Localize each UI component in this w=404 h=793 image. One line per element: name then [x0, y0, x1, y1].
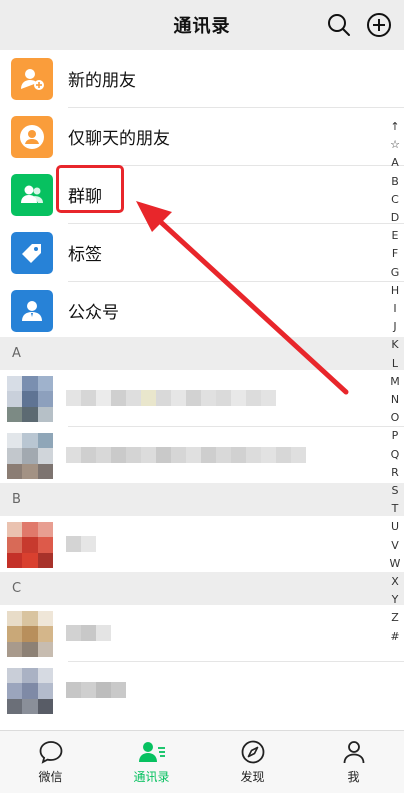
avatar [7, 376, 53, 422]
add-friend-icon [11, 57, 53, 100]
tab-chats[interactable]: 微信 [0, 731, 101, 793]
alphabet-index-letter[interactable]: Q [391, 446, 400, 464]
contact-name-blurred [66, 682, 126, 698]
alphabet-index-letter[interactable]: W [390, 555, 401, 573]
tag-icon [11, 231, 53, 274]
annotation-highlight-box [56, 165, 124, 213]
alphabet-index-letter[interactable]: # [390, 628, 399, 646]
group-chat-icon [11, 173, 53, 216]
tab-me[interactable]: 我 [303, 731, 404, 793]
official-accounts-item[interactable]: 公众号 [0, 282, 404, 339]
compass-icon [241, 740, 264, 764]
alphabet-index-letter[interactable]: G [391, 264, 400, 282]
tab-contacts[interactable]: 通讯录 [101, 731, 202, 793]
new-friends-item[interactable]: 新的朋友 [0, 50, 404, 107]
alphabet-index-letter[interactable]: S [392, 482, 399, 500]
official-account-icon [11, 289, 53, 332]
avatar [7, 668, 53, 714]
plus-circle-icon[interactable] [366, 12, 392, 38]
bottom-tab-bar: 微信 通讯录 发现 我 [0, 730, 404, 793]
tab-contacts-label: 通讯录 [133, 770, 170, 784]
alphabet-index-letter[interactable]: R [391, 464, 399, 482]
alphabet-index-letter[interactable]: D [391, 209, 399, 227]
tab-chats-label: 微信 [38, 770, 63, 784]
chat-only-friend-icon [11, 115, 53, 158]
alphabet-index-letter[interactable]: ↑ [390, 118, 399, 136]
contact-name-blurred [66, 447, 306, 463]
alphabet-index[interactable]: ↑ ☆ A B C D E F G H I J K L M N O P Q R S T U V W X Y Z # [388, 118, 402, 646]
avatar [7, 522, 53, 568]
chat-only-friends-item[interactable]: 仅聊天的朋友 [0, 108, 404, 165]
alphabet-index-letter[interactable]: H [391, 282, 399, 300]
alphabet-index-letter[interactable]: J [393, 318, 396, 336]
alphabet-index-letter[interactable]: Y [392, 591, 399, 609]
contacts-icon [138, 742, 165, 762]
list-item[interactable] [0, 605, 404, 661]
section-header-a: A [0, 337, 404, 370]
alphabet-index-letter[interactable]: M [390, 373, 400, 391]
chat-bubble-icon [39, 741, 62, 764]
alphabet-index-letter[interactable]: A [391, 154, 399, 172]
avatar [7, 433, 53, 479]
alphabet-index-letter[interactable]: E [392, 227, 399, 245]
alphabet-index-letter[interactable]: V [391, 537, 399, 555]
new-friends-label: 新的朋友 [68, 71, 136, 91]
contact-name-blurred [66, 625, 111, 641]
alphabet-index-letter[interactable]: K [391, 336, 398, 354]
alphabet-index-letter[interactable]: I [393, 300, 396, 318]
alphabet-index-letter[interactable]: X [391, 573, 399, 591]
alphabet-index-letter[interactable]: N [391, 391, 399, 409]
search-icon[interactable] [326, 12, 352, 38]
tab-discover[interactable]: 发现 [202, 731, 303, 793]
alphabet-index-letter[interactable]: U [391, 518, 399, 536]
list-item[interactable] [0, 516, 404, 572]
alphabet-index-letter[interactable]: T [392, 500, 399, 518]
contact-name-blurred [66, 536, 96, 552]
tags-label: 标签 [68, 245, 102, 265]
alphabet-index-letter[interactable]: P [392, 427, 399, 445]
chat-only-friends-label: 仅聊天的朋友 [68, 129, 170, 149]
section-header-b: B [0, 483, 404, 516]
tab-me-label: 我 [347, 770, 360, 784]
tags-item[interactable]: 标签 [0, 224, 404, 281]
tab-discover-label: 发现 [240, 770, 265, 784]
avatar [7, 611, 53, 657]
list-item[interactable] [0, 427, 404, 483]
alphabet-index-letter[interactable]: C [391, 191, 399, 209]
list-item[interactable] [0, 370, 404, 426]
page-title: 通讯录 [173, 16, 231, 37]
alphabet-index-letter[interactable]: O [391, 409, 400, 427]
section-header-c: C [0, 572, 404, 605]
list-item[interactable] [0, 662, 404, 718]
alphabet-index-letter[interactable]: ☆ [390, 136, 400, 154]
official-accounts-label: 公众号 [68, 303, 119, 323]
nav-header: 通讯录 [0, 0, 404, 50]
contacts-list[interactable]: 新的朋友 仅聊天的朋友 群聊 标签 公众号 A B C [0, 50, 404, 730]
alphabet-index-letter[interactable]: B [391, 173, 399, 191]
person-icon [343, 741, 364, 764]
alphabet-index-letter[interactable]: Z [391, 609, 399, 627]
contact-name-blurred [66, 390, 276, 406]
alphabet-index-letter[interactable]: F [392, 245, 398, 263]
alphabet-index-letter[interactable]: L [392, 355, 398, 373]
